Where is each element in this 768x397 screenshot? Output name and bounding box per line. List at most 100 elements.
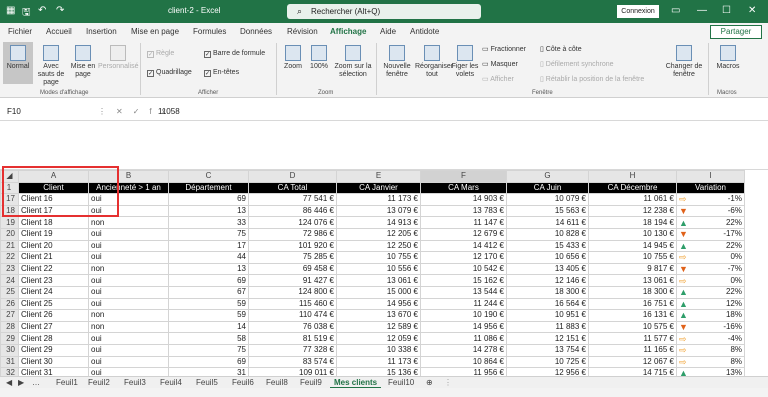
hide-button[interactable]: ▭ Masquer — [482, 60, 518, 68]
tab-insertion[interactable]: Insertion — [86, 27, 117, 36]
ruler-checkbox[interactable]: ✓ Règle — [147, 50, 174, 58]
cell-ca-total[interactable]: 76 038 € — [248, 320, 337, 334]
cell-variation[interactable]: ⇨ -1% — [676, 193, 745, 206]
cell-variation[interactable]: ▲ 22% — [676, 239, 745, 253]
header-ca-total[interactable]: CA Total — [248, 181, 337, 195]
row-header[interactable]: 18 — [0, 204, 19, 218]
cell-ca-juin[interactable]: 10 656 € — [506, 251, 589, 264]
header-variation[interactable]: Variation — [676, 181, 745, 195]
tab-formules[interactable]: Formules — [193, 27, 226, 36]
cell-ca-mars[interactable]: 11 244 € — [420, 297, 507, 311]
cell-ca-janvier[interactable]: 11 173 € — [336, 193, 421, 206]
cell-anciennete[interactable]: non — [88, 216, 169, 229]
cell-variation[interactable]: ⇨ 8% — [676, 355, 745, 369]
cell-ca-decembre[interactable]: 11 165 € — [588, 343, 677, 357]
column-header-a[interactable]: A — [18, 170, 89, 183]
page-layout-view-button[interactable]: Mise en page — [69, 42, 97, 84]
cell-ca-juin[interactable]: 10 079 € — [506, 193, 589, 206]
macros-button[interactable]: Macros — [713, 42, 743, 84]
cell-ca-janvier[interactable]: 12 205 € — [336, 227, 421, 241]
cell-ca-juin[interactable]: 15 433 € — [506, 239, 589, 253]
cell-variation[interactable]: ⇨ 0% — [676, 251, 745, 264]
cell-departement[interactable]: 14 — [168, 320, 249, 334]
column-header-b[interactable]: B — [88, 170, 169, 183]
redo-icon[interactable]: ↷ — [56, 5, 64, 16]
cell-anciennete[interactable]: oui — [88, 251, 169, 264]
spreadsheet-grid[interactable]: ◢ A B C D E F G H I 1 Client Ancienneté … — [0, 170, 768, 376]
cell-ca-mars[interactable]: 11 956 € — [420, 367, 507, 376]
cell-departement[interactable]: 67 — [168, 285, 249, 299]
cell-ca-total[interactable]: 115 460 € — [248, 297, 337, 311]
cell-ca-janvier[interactable]: 15 000 € — [336, 285, 421, 299]
tab-mise-en-page[interactable]: Mise en page — [131, 27, 179, 36]
cell-ca-decembre[interactable]: 14 715 € — [588, 367, 677, 376]
freeze-panes-button[interactable]: Figer les volets — [450, 42, 480, 84]
header-ca-mars[interactable]: CA Mars — [420, 181, 507, 195]
cell-ca-janvier[interactable]: 13 079 € — [336, 204, 421, 218]
cell-ca-total[interactable]: 86 446 € — [248, 204, 337, 218]
cell-anciennete[interactable]: non — [88, 262, 169, 276]
cell-variation[interactable]: ▼ -16% — [676, 320, 745, 334]
cell-variation[interactable]: ▲ 22% — [676, 216, 745, 229]
sheet-tab-feuil2[interactable]: Feuil2 — [88, 378, 110, 387]
cell-ca-decembre[interactable]: 18 194 € — [588, 216, 677, 229]
cell-anciennete[interactable]: non — [88, 309, 169, 322]
cell-ca-total[interactable]: 77 541 € — [248, 193, 337, 206]
column-header-e[interactable]: E — [336, 170, 421, 183]
formula-bar-checkbox[interactable]: ✓ Barre de formule — [204, 50, 265, 58]
column-header-f[interactable]: F — [420, 170, 507, 183]
cell-anciennete[interactable]: oui — [88, 367, 169, 376]
row-header[interactable]: 20 — [0, 227, 19, 241]
cell-anciennete[interactable]: oui — [88, 297, 169, 311]
cell-ca-total[interactable]: 124 800 € — [248, 285, 337, 299]
cell-variation[interactable]: ⇨ 0% — [676, 274, 745, 287]
cell-ca-decembre[interactable]: 18 300 € — [588, 285, 677, 299]
cell-departement[interactable]: 13 — [168, 204, 249, 218]
cell-ca-decembre[interactable]: 9 817 € — [588, 262, 677, 276]
cell-departement[interactable]: 69 — [168, 355, 249, 369]
cell-client[interactable]: Client 25 — [18, 297, 89, 311]
row-header[interactable]: 21 — [0, 239, 19, 253]
cell-departement[interactable]: 58 — [168, 332, 249, 345]
cell-client[interactable]: Client 29 — [18, 343, 89, 357]
cell-client[interactable]: Client 22 — [18, 262, 89, 276]
tab-affichage[interactable]: Affichage — [330, 27, 366, 36]
cell-client[interactable]: Client 24 — [18, 285, 89, 299]
cell-ca-total[interactable]: 91 427 € — [248, 274, 337, 287]
cell-ca-mars[interactable]: 13 783 € — [420, 204, 507, 218]
cell-ca-total[interactable]: 109 011 € — [248, 367, 337, 376]
cell-departement[interactable]: 59 — [168, 309, 249, 322]
row-header[interactable]: 28 — [0, 320, 19, 334]
row-header[interactable]: 31 — [0, 355, 19, 369]
cell-variation[interactable]: ▲ 13% — [676, 367, 745, 376]
cell-ca-mars[interactable]: 11 086 € — [420, 332, 507, 345]
tab-revision[interactable]: Révision — [287, 27, 318, 36]
zoom-button[interactable]: Zoom — [281, 42, 305, 84]
header-ca-decembre[interactable]: CA Décembre — [588, 181, 677, 195]
cell-departement[interactable]: 75 — [168, 227, 249, 241]
header-departement[interactable]: Département — [168, 181, 249, 195]
cell-client[interactable]: Client 26 — [18, 309, 89, 322]
cell-ca-juin[interactable]: 13 754 € — [506, 343, 589, 357]
minimize-icon[interactable]: — — [697, 5, 707, 16]
cell-anciennete[interactable]: non — [88, 320, 169, 334]
cell-anciennete[interactable]: oui — [88, 204, 169, 218]
row-header[interactable]: 29 — [0, 332, 19, 345]
header-anciennete[interactable]: Ancienneté > 1 an — [88, 181, 169, 195]
cell-departement[interactable]: 17 — [168, 239, 249, 253]
cell-ca-juin[interactable]: 13 405 € — [506, 262, 589, 276]
row-header[interactable]: 22 — [0, 251, 19, 264]
cell-ca-juin[interactable]: 10 725 € — [506, 355, 589, 369]
signin-button[interactable]: Connexion — [617, 5, 659, 18]
page-break-view-button[interactable]: Avec sauts de page — [34, 42, 68, 86]
cell-ca-mars[interactable]: 11 147 € — [420, 216, 507, 229]
cell-client[interactable]: Client 28 — [18, 332, 89, 345]
enter-icon[interactable]: ✓ — [133, 107, 150, 116]
share-button[interactable]: Partager — [710, 25, 762, 39]
cell-departement[interactable]: 59 — [168, 297, 249, 311]
cell-ca-decembre[interactable]: 10 755 € — [588, 251, 677, 264]
custom-view-button[interactable]: Personnalisé — [98, 42, 138, 84]
cell-ca-juin[interactable]: 18 300 € — [506, 285, 589, 299]
cell-variation[interactable]: ▲ 18% — [676, 309, 745, 322]
row-header[interactable]: 1 — [0, 181, 19, 195]
